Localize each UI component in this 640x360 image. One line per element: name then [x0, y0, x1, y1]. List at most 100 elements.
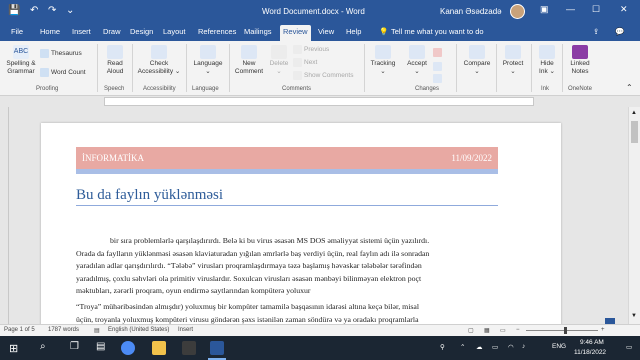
cloud-icon[interactable]: ☁: [476, 343, 483, 351]
tab-insert[interactable]: Insert: [69, 27, 94, 36]
reject-icon[interactable]: [433, 48, 442, 57]
tab-file[interactable]: File: [8, 27, 26, 36]
header-accent-bar: [76, 169, 498, 174]
tab-mailings[interactable]: Mailings: [241, 27, 275, 36]
previous-icon: [293, 45, 302, 54]
input-language[interactable]: ENG: [552, 343, 566, 350]
insert-mode[interactable]: Insert: [178, 327, 193, 333]
tab-references[interactable]: References: [195, 27, 239, 36]
clock-date[interactable]: 11/18/2022: [574, 349, 606, 356]
horizontal-ruler[interactable]: [104, 97, 534, 106]
previous-comment-button[interactable]: Previous: [293, 45, 329, 54]
group-separator: [132, 44, 133, 92]
tab-help[interactable]: Help: [343, 27, 364, 36]
show-comments-button[interactable]: Show Comments: [293, 71, 354, 80]
volume-icon[interactable]: ♪: [522, 343, 525, 350]
spelling-icon: ABC: [13, 45, 29, 59]
accept-icon: [409, 45, 425, 59]
user-avatar[interactable]: [510, 4, 525, 19]
read-mode-icon[interactable]: ▢: [468, 327, 474, 334]
next-comment-button[interactable]: Next: [293, 58, 317, 67]
undo-icon[interactable]: ↶: [30, 5, 38, 16]
delete-comment-button[interactable]: Delete ⌄: [266, 45, 292, 76]
tab-review[interactable]: Review: [280, 25, 311, 41]
tell-me-search[interactable]: Tell me what you want to do: [388, 27, 487, 36]
protect-button[interactable]: Protect ⌄: [499, 45, 527, 76]
print-layout-icon[interactable]: ▦: [484, 327, 490, 334]
windows-start-icon[interactable]: ⊞: [9, 342, 18, 355]
group-separator: [186, 44, 187, 92]
language-button[interactable]: Language ⌄: [190, 45, 226, 76]
tab-home[interactable]: Home: [37, 27, 63, 36]
web-layout-icon[interactable]: ▭: [500, 327, 506, 334]
zoom-in-icon[interactable]: +: [601, 327, 605, 333]
widgets-icon[interactable]: ▤: [96, 341, 105, 352]
accept-button[interactable]: Accept ⌄: [403, 45, 431, 76]
clock-time[interactable]: 9:46 AM: [580, 339, 604, 346]
group-separator: [97, 44, 98, 92]
document-title: Word Document.docx - Word: [262, 7, 365, 16]
next-change-icon[interactable]: [433, 74, 442, 83]
language-status[interactable]: English (United States): [108, 327, 169, 333]
maximize-button[interactable]: ☐: [592, 4, 600, 15]
wifi-icon[interactable]: ◠: [508, 343, 514, 351]
page-count[interactable]: Page 1 of 5: [4, 327, 35, 333]
vertical-ruler[interactable]: [0, 107, 9, 324]
check-accessibility-button[interactable]: Check Accessibility ⌄: [136, 45, 182, 76]
delete-comment-icon: [271, 45, 287, 59]
word-count-icon: [40, 68, 49, 77]
user-name[interactable]: Kanan Əsədzadə: [440, 7, 502, 16]
paragraph-2[interactable]: “Troya” mühəribəsindən almışdır) yoluxmu…: [76, 301, 498, 324]
compare-button[interactable]: Compare ⌄: [460, 45, 494, 76]
search-icon[interactable]: ⌕: [40, 341, 46, 352]
language-icon: [200, 45, 216, 59]
zoom-slider[interactable]: [526, 330, 598, 331]
people-icon[interactable]: ⚲: [440, 343, 445, 351]
notifications-icon[interactable]: ▭: [626, 343, 632, 351]
read-aloud-button[interactable]: Read Aloud: [101, 45, 129, 76]
comments-icon[interactable]: 💬: [612, 27, 627, 36]
word-count-button[interactable]: Word Count: [40, 68, 86, 77]
tab-view[interactable]: View: [315, 27, 337, 36]
group-label-ink: Ink: [541, 86, 550, 92]
previous-change-icon[interactable]: [433, 62, 442, 71]
customize-quick-access-icon[interactable]: ⌄: [66, 5, 74, 16]
zoom-out-icon[interactable]: −: [516, 327, 520, 333]
thesaurus-button[interactable]: Thesaurus: [40, 49, 82, 58]
chrome-icon[interactable]: [121, 341, 135, 355]
hide-ink-icon: [539, 45, 555, 59]
linked-notes-button[interactable]: Linked Notes: [565, 45, 595, 76]
ribbon-display-options-icon[interactable]: ▣: [540, 4, 549, 15]
document-canvas: İNFORMATİKA 11/09/2022 Bu da faylın yükl…: [9, 107, 628, 324]
share-icon[interactable]: ⇪: [590, 27, 602, 36]
word-taskbar-icon[interactable]: [210, 341, 224, 355]
vertical-scrollbar[interactable]: ▲ ▼: [628, 107, 640, 324]
new-comment-button[interactable]: New Comment: [232, 45, 266, 76]
paragraph-1[interactable]: bir sıra problemlərlə qarşılaşdırırdı. B…: [76, 235, 498, 298]
tab-layout[interactable]: Layout: [160, 27, 189, 36]
tray-overflow-icon[interactable]: ⌃: [460, 343, 465, 351]
scroll-thumb[interactable]: [631, 121, 638, 143]
tab-design[interactable]: Design: [127, 27, 156, 36]
tab-draw[interactable]: Draw: [100, 27, 124, 36]
minimize-button[interactable]: —: [566, 4, 575, 14]
tracking-icon: [375, 45, 391, 59]
scroll-down-icon[interactable]: ▼: [631, 313, 637, 319]
scroll-up-icon[interactable]: ▲: [631, 110, 637, 116]
redo-icon[interactable]: ↷: [48, 5, 56, 16]
task-view-icon[interactable]: ❐: [70, 341, 79, 352]
store-icon[interactable]: [182, 341, 196, 355]
close-button[interactable]: ✕: [620, 4, 628, 15]
file-explorer-icon[interactable]: [152, 341, 166, 355]
group-label-accessibility: Accessibility: [143, 86, 176, 92]
tracking-button[interactable]: Tracking ⌄: [368, 45, 398, 76]
spelling-grammar-button[interactable]: ABC Spelling & Grammar: [4, 45, 38, 76]
hide-ink-button[interactable]: Hide Ink ⌄: [534, 45, 560, 76]
collapse-ribbon-icon[interactable]: ⌃: [626, 84, 633, 92]
zoom-slider-thumb[interactable]: [564, 327, 567, 334]
save-icon[interactable]: 💾: [8, 5, 20, 16]
heading-underline: [76, 205, 498, 206]
network-icon[interactable]: ▭: [492, 343, 498, 351]
word-count[interactable]: 1787 words: [48, 327, 79, 333]
proofing-icon[interactable]: ▤: [94, 327, 100, 334]
